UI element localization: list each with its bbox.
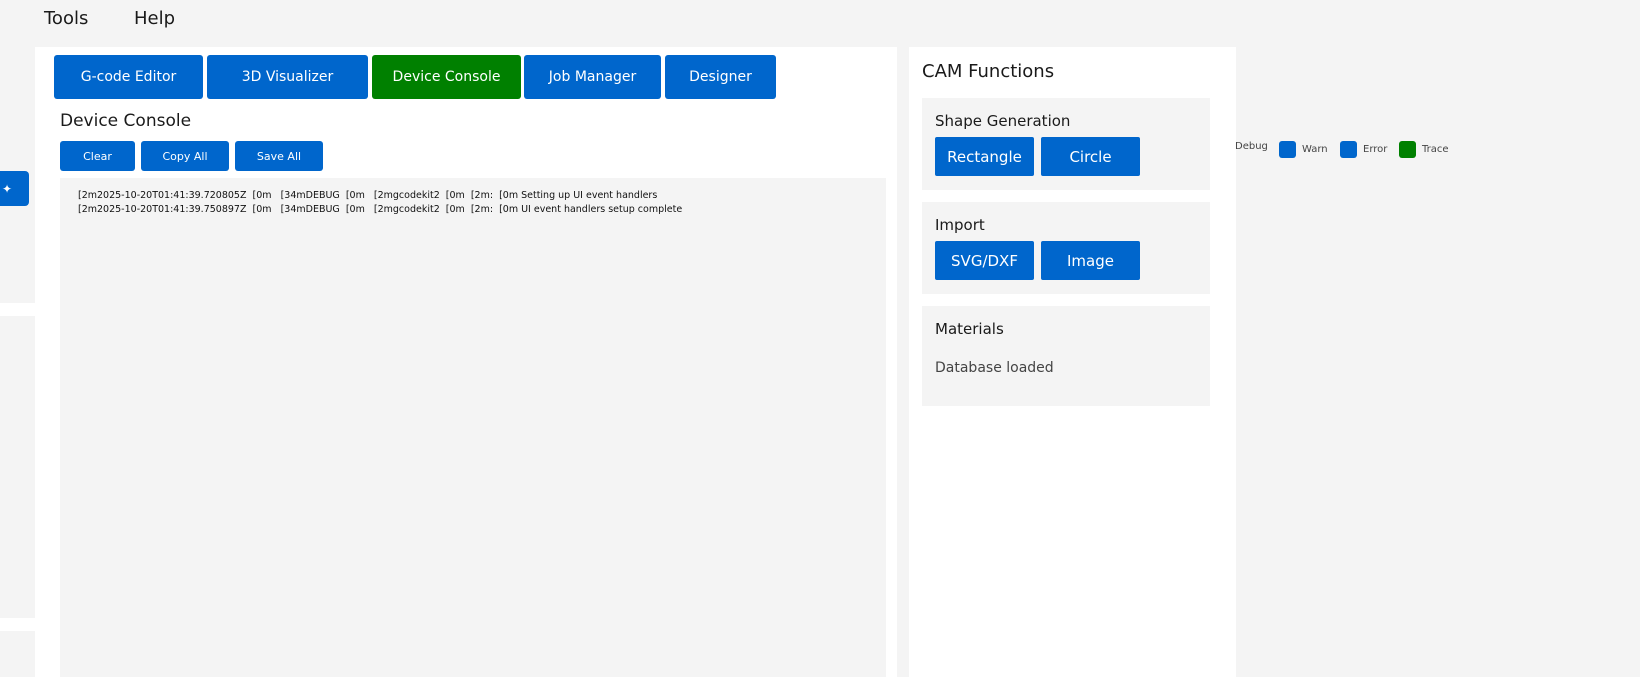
filter-debug[interactable]: Debug	[1235, 141, 1268, 152]
filter-warn[interactable]: Warn	[1279, 141, 1328, 158]
filter-trace[interactable]: Trace	[1399, 141, 1449, 158]
svg-dxf-button[interactable]: SVG/DXF	[935, 241, 1034, 280]
tab-job-manager[interactable]: Job Manager	[524, 55, 661, 99]
image-button[interactable]: Image	[1041, 241, 1140, 280]
filter-error[interactable]: Error	[1340, 141, 1387, 158]
save-all-button[interactable]: Save All	[235, 141, 323, 171]
menu-help[interactable]: Help	[134, 8, 175, 29]
workarea: ✦ G-code Editor 3D Visualizer Device Con…	[0, 47, 1236, 677]
circle-button[interactable]: Circle	[1041, 137, 1140, 176]
filter-warn-label: Warn	[1302, 144, 1328, 155]
materials-group: Materials Database loaded	[922, 306, 1210, 406]
filter-trace-label: Trace	[1422, 144, 1449, 155]
shape-generation-title: Shape Generation	[935, 112, 1071, 130]
console-output[interactable]: [2m2025-10-20T01:41:39.720805Z [0m [34mD…	[60, 178, 886, 677]
tab-device-console[interactable]: Device Console	[372, 55, 521, 99]
console-line: [2m2025-10-20T01:41:39.720805Z [0m [34mD…	[78, 190, 658, 201]
copy-all-button[interactable]: Copy All	[141, 141, 229, 171]
panel-divider[interactable]	[897, 47, 909, 677]
filter-error-label: Error	[1363, 144, 1388, 155]
checkbox-icon[interactable]	[1340, 141, 1357, 158]
left-panel-middle	[0, 316, 35, 618]
materials-status: Database loaded	[935, 360, 1054, 376]
rectangle-button[interactable]: Rectangle	[935, 137, 1034, 176]
wrench-icon: ✦	[2, 181, 13, 196]
checkbox-icon[interactable]	[1399, 141, 1416, 158]
cam-title: CAM Functions	[922, 61, 1055, 82]
console-title: Device Console	[60, 111, 192, 131]
tab-3d-visualizer[interactable]: 3D Visualizer	[207, 55, 368, 99]
import-group: Import SVG/DXF Image	[922, 202, 1210, 294]
menu-bar: Tools Help	[0, 0, 1236, 47]
filter-debug-label: Debug	[1235, 141, 1268, 152]
left-panel-bottom	[0, 631, 35, 677]
materials-title: Materials	[935, 320, 1004, 338]
tab-gcode-editor[interactable]: G-code Editor	[54, 55, 203, 99]
tab-designer[interactable]: Designer	[665, 55, 776, 99]
checkbox-icon[interactable]	[1279, 141, 1296, 158]
console-line: [2m2025-10-20T01:41:39.750897Z [0m [34mD…	[78, 204, 683, 215]
left-panel-button[interactable]: ✦	[0, 171, 29, 206]
shape-generation-group: Shape Generation Rectangle Circle	[922, 98, 1210, 190]
import-title: Import	[935, 216, 985, 234]
clear-button[interactable]: Clear	[60, 141, 135, 171]
menu-tools[interactable]: Tools	[44, 8, 88, 29]
